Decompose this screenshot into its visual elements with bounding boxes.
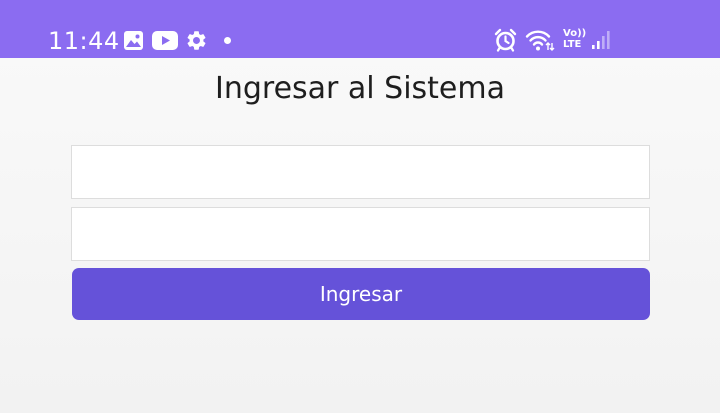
dot-icon <box>224 37 231 44</box>
gear-icon <box>185 29 208 52</box>
status-bar: 11:44 Vo)) LTE <box>0 0 720 58</box>
status-time: 11:44 <box>48 27 120 55</box>
volte-icon: Vo)) LTE <box>563 28 587 50</box>
alarm-icon <box>494 28 517 52</box>
wifi-icon <box>525 28 555 52</box>
page-title: Ingresar al Sistema <box>214 71 505 106</box>
username-field[interactable] <box>71 145 650 199</box>
volte-bottom-label: LTE <box>563 39 582 50</box>
signal-icon <box>591 30 611 50</box>
login-button[interactable]: Ingresar <box>72 268 650 320</box>
volte-top-label: Vo)) <box>563 28 587 39</box>
password-field[interactable] <box>71 207 650 261</box>
youtube-icon <box>151 30 179 51</box>
gallery-icon <box>123 30 144 51</box>
